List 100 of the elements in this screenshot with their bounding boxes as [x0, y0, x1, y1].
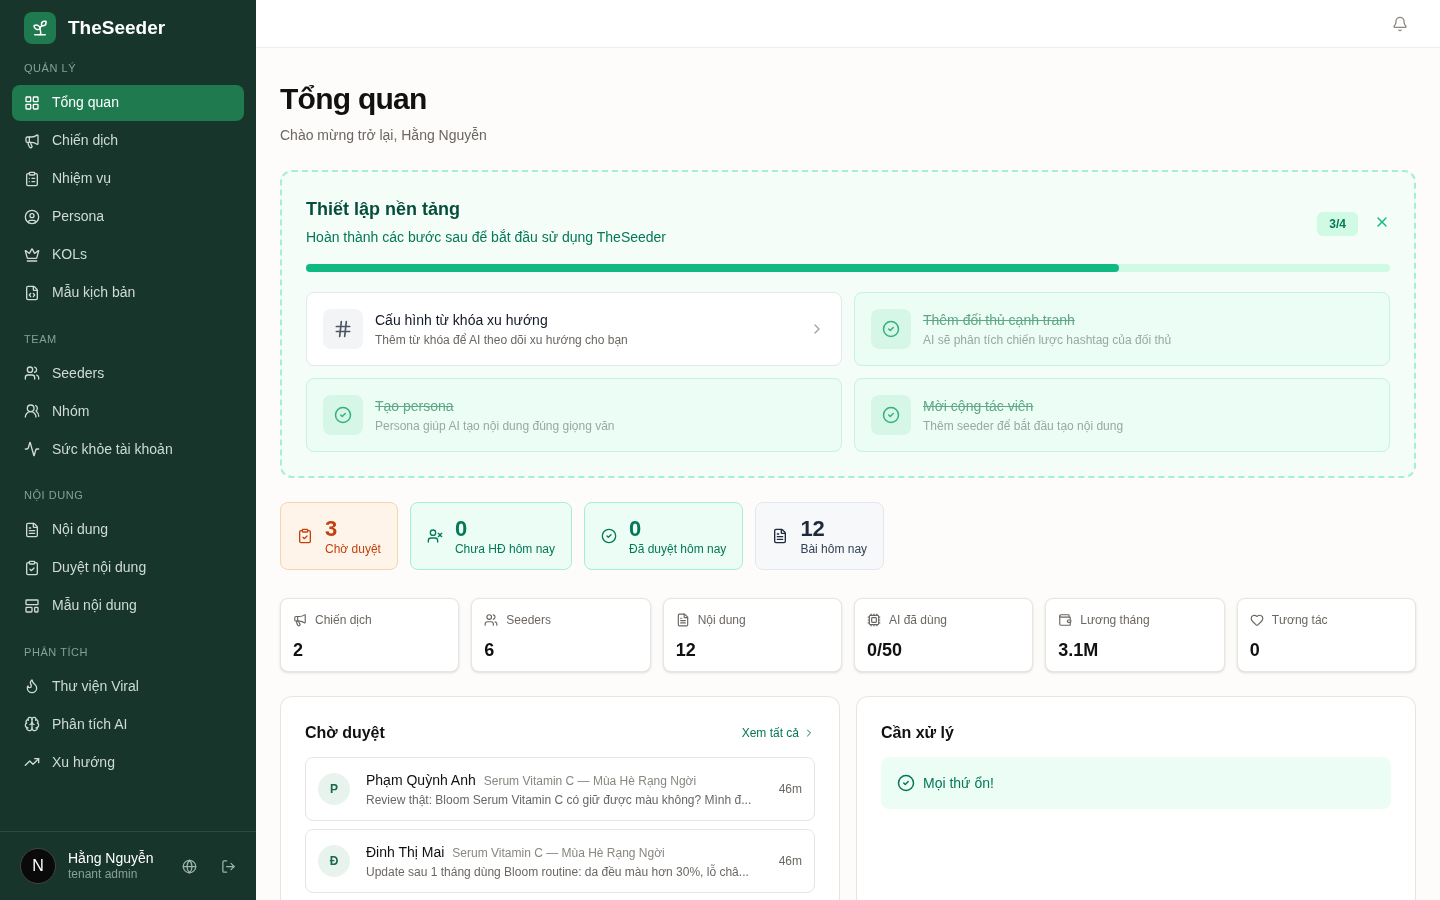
sidebar-item[interactable]: Mẫu kịch bản	[12, 274, 244, 311]
metric-label: Chiến dịch	[315, 612, 372, 629]
hash-icon	[323, 309, 363, 349]
step-description: Thêm từ khóa để AI theo dõi xu hướng cho bạn	[375, 331, 629, 349]
sidebar-item[interactable]: Nhóm	[12, 393, 244, 429]
sidebar-item[interactable]: Phân tích AI	[12, 706, 244, 742]
seeder-name: Đinh Thị Mai	[366, 842, 445, 862]
users-icon	[24, 365, 40, 381]
user-name: Hằng Nguyễn	[68, 849, 155, 868]
campaign-name: Serum Vitamin C — Mùa Hè Rạng Ngời	[483, 772, 697, 790]
user-x-icon	[426, 528, 443, 544]
setup-title: Thiết lập nền tảng	[306, 198, 461, 221]
brain-icon	[24, 716, 40, 732]
progress-count: 3/4	[1317, 212, 1358, 236]
page-subtitle: Chào mừng trở lại, Hằng Nguyễn	[280, 126, 488, 145]
brand-name: TheSeeder	[68, 15, 166, 40]
metric-value: 2	[293, 639, 304, 662]
avatar: P	[318, 773, 350, 805]
sidebar-item[interactable]: Nội dung	[12, 511, 244, 548]
sidebar-item[interactable]: Nhiệm vụ	[12, 160, 244, 197]
check-icon	[871, 309, 911, 349]
stat-value: 12	[800, 514, 826, 543]
megaphone-icon	[293, 613, 307, 627]
metric-value: 12	[675, 639, 697, 662]
time-ago: 46m	[778, 853, 802, 870]
section-heading: NỘI DUNG	[23, 488, 85, 503]
step-title: Thêm đối thủ cạnh tranh	[923, 310, 1076, 330]
sidebar-item[interactable]: Persona	[12, 198, 244, 235]
check-icon	[871, 395, 911, 435]
status-message: Mọi thứ ổn!	[923, 773, 994, 793]
post-excerpt: Review thật: Bloom Serum Vitamin C có giữ được màu không? Mình đ...	[366, 791, 753, 809]
section-heading: TEAM	[23, 331, 58, 347]
section-heading: PHÂN TÍCH	[23, 644, 90, 660]
logout-icon[interactable]	[221, 858, 236, 874]
user-circle-icon	[24, 208, 40, 225]
stat-label: Đã duyệt hôm nay	[629, 542, 727, 558]
metric-label: Lương tháng	[1080, 612, 1150, 629]
panel-title: Cần xử lý	[881, 723, 955, 743]
stat-value: 0	[454, 514, 469, 543]
user-role: tenant admin	[68, 867, 139, 883]
setup-step[interactable]: Cấu hình từ khóa xu hướng Thêm từ khóa để AI theo dõi xu hướng cho bạn	[306, 292, 842, 366]
clipboard-icon	[24, 170, 40, 187]
pending-item[interactable]: P Phạm Quỳnh Anh Serum Vitamin C — Mùa Hè Rạng Ngời Review thật: Bloom Serum Vitamin C có giữ được màu không? Mình đ... 46m	[305, 757, 815, 821]
step-description: AI sẽ phân tích chiến lược hashtag của đối thủ	[923, 331, 1173, 349]
flame-icon	[24, 678, 40, 694]
sidebar-item[interactable]: Mẫu nội dung	[12, 587, 244, 624]
check-circle-icon	[601, 528, 617, 544]
campaign-name: Serum Vitamin C — Mùa Hè Rạng Ngời	[452, 844, 665, 862]
document-icon	[772, 528, 789, 544]
heart-icon	[1249, 613, 1264, 627]
step-title: Tạo persona	[375, 396, 455, 416]
step-title: Mời cộng tác viên	[923, 396, 1035, 416]
metric-label: Tương tác	[1271, 612, 1328, 629]
stat-label: Chưa HĐ hôm nay	[454, 542, 555, 558]
stat-value: 3	[325, 514, 339, 543]
megaphone-icon	[24, 132, 40, 149]
metric-value: 0/50	[867, 639, 904, 662]
post-excerpt: Update sau 1 tháng dùng Bloom routine: da đều màu hơn 30%, lỗ châ...	[366, 863, 750, 881]
metric-label: AI đã dùng	[889, 612, 948, 629]
clipboard-check-icon	[24, 559, 40, 576]
wallet-icon	[1058, 613, 1073, 627]
stat-label: Bài hôm nay	[800, 542, 868, 558]
view-all-link[interactable]: Xem tất cả	[741, 724, 815, 742]
users-icon	[484, 613, 499, 627]
sidebar-item[interactable]: Duyệt nội dung	[12, 549, 244, 586]
pending-item[interactable]: Đ Đinh Thị Mai Serum Vitamin C — Mùa Hè Rạng Ngời Update sau 1 tháng dùng Bloom routine: da đều màu hơn 30%, lỗ châ... 46m	[305, 829, 815, 893]
metric-value: 3.1M	[1058, 639, 1100, 662]
check-icon	[323, 395, 363, 435]
setup-subtitle: Hoàn thành các bước sau để bắt đầu sử dụng TheSeeder	[306, 228, 668, 247]
chip-icon	[867, 613, 881, 627]
sidebar-item[interactable]: Tổng quan	[12, 84, 244, 121]
grid-icon	[24, 94, 40, 111]
pulse-icon	[24, 441, 40, 457]
step-description: Persona giúp AI tạo nội dung đúng giọng văn	[375, 417, 616, 435]
stat-label: Chờ duyệt	[325, 542, 381, 558]
metric-value: 0	[1249, 639, 1261, 662]
step-description: Thêm seeder để bắt đầu tạo nội dung	[923, 417, 1125, 435]
sidebar-item[interactable]: Xu hướng	[12, 744, 244, 780]
metric-value: 6	[484, 639, 496, 662]
page-title: Tổng quan	[280, 81, 428, 117]
stat-value: 0	[629, 514, 643, 543]
notification-icon[interactable]	[1392, 15, 1408, 32]
seeder-name: Phạm Quỳnh Anh	[366, 770, 476, 790]
users-icon	[24, 403, 40, 419]
code-file-icon	[24, 284, 40, 301]
sidebar-item[interactable]: Seeders	[12, 355, 244, 391]
metric-label: Nội dung	[697, 612, 746, 629]
sidebar-item[interactable]: Chiến dịch	[12, 122, 244, 159]
panel-title: Chờ duyệt	[305, 723, 385, 743]
clipboard-check-icon	[297, 528, 313, 544]
sidebar-item[interactable]: KOLs	[12, 236, 244, 273]
layout-icon	[24, 597, 40, 614]
logo-icon	[24, 12, 56, 44]
sidebar-item[interactable]: Sức khỏe tài khoản	[12, 431, 244, 467]
time-ago: 46m	[778, 781, 802, 798]
metric-label: Seeders	[506, 612, 552, 629]
globe-icon[interactable]	[182, 858, 197, 874]
document-icon	[24, 521, 40, 538]
sidebar-item[interactable]: Thư viện Viral	[12, 668, 244, 704]
step-title: Cấu hình từ khóa xu hướng	[375, 310, 549, 330]
